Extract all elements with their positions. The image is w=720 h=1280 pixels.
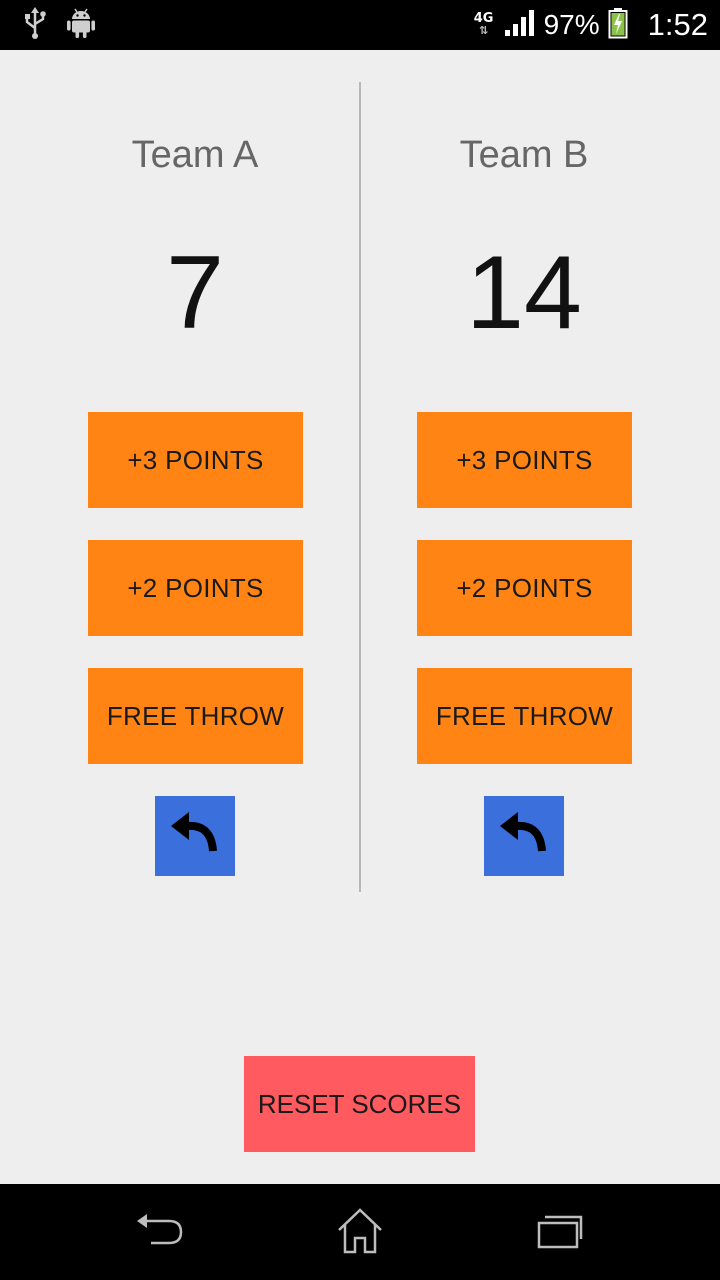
data-activity-icon: ⇅ [479,24,489,37]
clock: 1:52 [647,7,708,42]
team-a-plus3-button[interactable]: +3 POINTS [88,412,303,508]
usb-icon [22,6,48,44]
team-b-free-throw-button[interactable]: FREE THROW [417,668,632,764]
home-icon [335,1208,385,1258]
back-icon [135,1211,185,1255]
team-b-plus2-button[interactable]: +2 POINTS [417,540,632,636]
team-a-free-throw-button[interactable]: FREE THROW [88,668,303,764]
navigation-bar [0,1184,720,1280]
reset-scores-button[interactable]: RESET SCORES [244,1056,475,1152]
team-b-column: Team B 14 +3 POINTS +2 POINTS FREE THROW [359,50,689,890]
team-b-score: 14 [466,235,582,351]
undo-icon [498,811,550,861]
signal-icon [504,9,536,41]
back-button[interactable] [130,1208,190,1258]
team-b-undo-button[interactable] [484,796,564,876]
home-button[interactable] [330,1208,390,1258]
battery-charging-icon [608,7,628,43]
network-type: 4G ⇅ [472,12,496,37]
status-bar: 4G ⇅ 97% 1:52 [0,0,720,50]
undo-icon [169,811,221,861]
android-debug-icon [66,7,96,43]
recent-apps-button[interactable] [530,1208,590,1258]
team-a-name: Team A [131,134,259,176]
team-a-undo-button[interactable] [155,796,235,876]
team-a-column: Team A 7 +3 POINTS +2 POINTS FREE THROW [30,50,360,890]
team-b-name: Team B [459,134,589,176]
recent-apps-icon [535,1211,585,1255]
battery-percent: 97% [543,9,600,40]
team-a-score: 7 [166,235,224,351]
scoreboard: Team A 7 +3 POINTS +2 POINTS FREE THROW … [0,50,720,1184]
team-a-plus2-button[interactable]: +2 POINTS [88,540,303,636]
team-b-plus3-button[interactable]: +3 POINTS [417,412,632,508]
